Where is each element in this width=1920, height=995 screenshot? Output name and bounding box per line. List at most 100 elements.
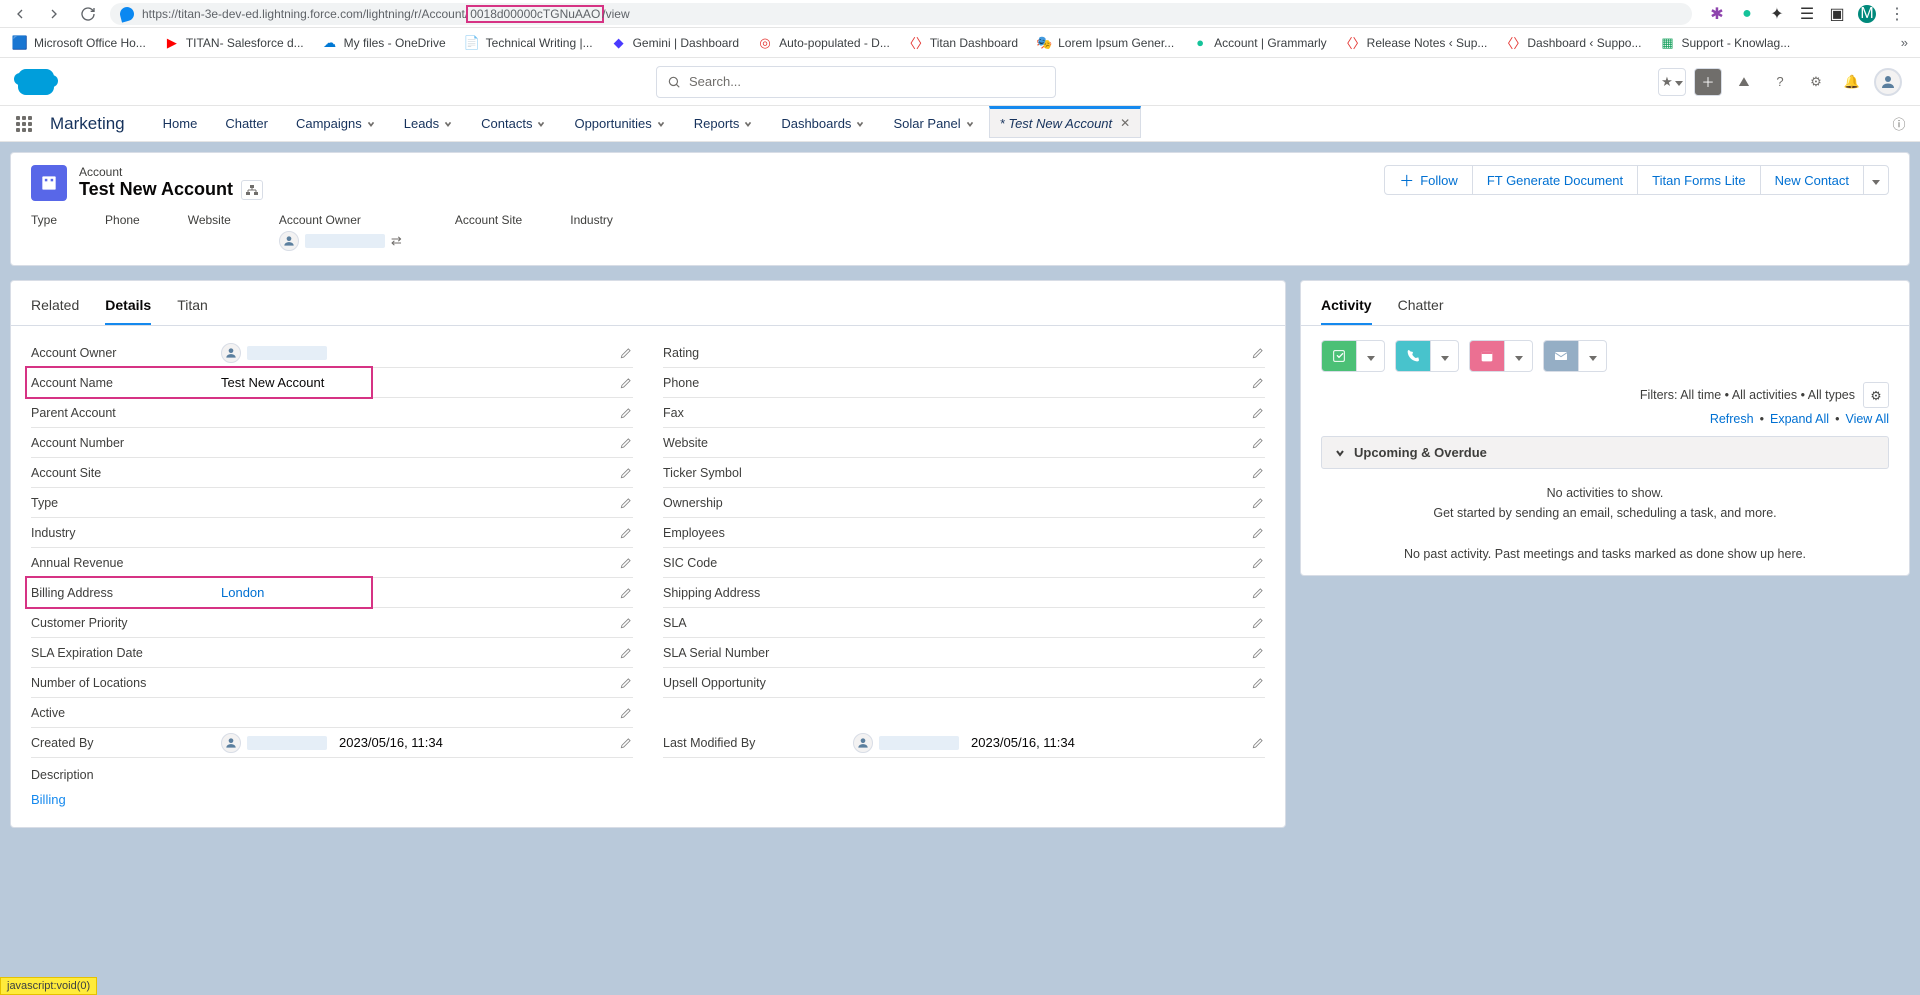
billing-link[interactable]: Billing	[31, 792, 1265, 807]
bookmark[interactable]: 〈〉Release Notes ‹ Sup...	[1345, 35, 1488, 51]
new-task-button[interactable]	[1321, 340, 1357, 372]
nav-leads[interactable]: Leads	[390, 106, 467, 141]
profile-avatar[interactable]: M	[1858, 5, 1876, 23]
activity-settings-icon[interactable]: ⚙	[1863, 382, 1889, 408]
bookmark[interactable]: ●Account | Grammarly	[1192, 35, 1326, 51]
help-icon[interactable]: ?	[1766, 68, 1794, 96]
edit-icon[interactable]	[1251, 376, 1265, 390]
user-avatar[interactable]	[1874, 68, 1902, 96]
change-owner-icon[interactable]: ⇄	[391, 233, 407, 249]
window-icon[interactable]: ▣	[1828, 5, 1846, 23]
edit-icon[interactable]	[1251, 496, 1265, 510]
task-dropdown[interactable]	[1357, 340, 1385, 372]
edit-icon[interactable]	[619, 436, 633, 450]
extensions-icon[interactable]: ✦	[1768, 5, 1786, 23]
nav-reports[interactable]: Reports	[680, 106, 768, 141]
edit-icon[interactable]	[619, 406, 633, 420]
bookmark[interactable]: 🎭Lorem Ipsum Gener...	[1036, 35, 1174, 51]
edit-icon[interactable]	[1251, 436, 1265, 450]
refresh-link[interactable]: Refresh	[1710, 412, 1754, 426]
nav-dashboards[interactable]: Dashboards	[767, 106, 879, 141]
tab-related[interactable]: Related	[31, 297, 79, 325]
reading-list-icon[interactable]: ☰	[1798, 5, 1816, 23]
forward-button[interactable]	[42, 2, 66, 26]
ext-icon[interactable]: ✱	[1708, 5, 1726, 23]
edit-icon[interactable]	[619, 346, 633, 360]
workspace-tab[interactable]: * Test New Account✕	[989, 106, 1142, 138]
edit-icon[interactable]	[619, 466, 633, 480]
bookmark[interactable]: ◎Auto-populated - D...	[757, 35, 890, 51]
edit-icon[interactable]	[1251, 346, 1265, 360]
edit-icon[interactable]	[619, 376, 633, 390]
trailhead-icon[interactable]: ⛰	[1730, 68, 1758, 96]
nav-contacts[interactable]: Contacts	[467, 106, 560, 141]
event-dropdown[interactable]	[1505, 340, 1533, 372]
favorites-icon[interactable]: ★	[1658, 68, 1686, 96]
bookmark[interactable]: 📄Technical Writing |...	[464, 35, 593, 51]
tab-activity[interactable]: Activity	[1321, 297, 1372, 325]
bookmark[interactable]: 〈〉Titan Dashboard	[908, 35, 1018, 51]
ext-icon[interactable]: ●	[1738, 5, 1756, 23]
titan-forms-lite-button[interactable]: Titan Forms Lite	[1637, 165, 1760, 195]
follow-button[interactable]: ＋Follow	[1384, 165, 1473, 195]
global-search[interactable]: Search...	[656, 66, 1056, 98]
hierarchy-icon[interactable]	[241, 180, 263, 200]
bookmark[interactable]: ▶TITAN- Salesforce d...	[164, 35, 304, 51]
log-call-button[interactable]	[1395, 340, 1431, 372]
back-button[interactable]	[8, 2, 32, 26]
email-dropdown[interactable]	[1579, 340, 1607, 372]
reload-button[interactable]	[76, 2, 100, 26]
new-contact-button[interactable]: New Contact	[1760, 165, 1864, 195]
generate-document-button[interactable]: FT Generate Document	[1472, 165, 1638, 195]
detail-field: Parent Account	[31, 398, 633, 428]
edit-icon[interactable]	[1251, 586, 1265, 600]
bookmark[interactable]: 〈〉Dashboard ‹ Suppo...	[1505, 35, 1641, 51]
tab-titan[interactable]: Titan	[177, 297, 208, 325]
bookmarks-overflow[interactable]: »	[1901, 35, 1908, 50]
nav-campaigns[interactable]: Campaigns	[282, 106, 390, 141]
detail-field: Created By2023/05/16, 11:34	[31, 728, 633, 758]
edit-icon[interactable]	[619, 586, 633, 600]
edit-icon[interactable]	[619, 706, 633, 720]
menu-icon[interactable]: ⋮	[1888, 5, 1906, 23]
edit-icon[interactable]	[1251, 406, 1265, 420]
edit-icon[interactable]	[619, 736, 633, 750]
upcoming-section[interactable]: Upcoming & Overdue	[1321, 436, 1889, 469]
edit-icon[interactable]	[619, 676, 633, 690]
expand-all-link[interactable]: Expand All	[1770, 412, 1829, 426]
nav-opportunities[interactable]: Opportunities	[560, 106, 679, 141]
tab-chatter[interactable]: Chatter	[1398, 297, 1444, 325]
edit-icon[interactable]	[619, 526, 633, 540]
edit-icon[interactable]	[1251, 646, 1265, 660]
nav-solar-panel[interactable]: Solar Panel	[879, 106, 988, 141]
more-actions-dropdown[interactable]	[1863, 165, 1889, 195]
edit-icon[interactable]	[619, 556, 633, 570]
call-dropdown[interactable]	[1431, 340, 1459, 372]
edit-icon[interactable]	[1251, 736, 1265, 750]
bookmark[interactable]: ☁My files - OneDrive	[322, 35, 446, 51]
close-tab-icon[interactable]: ✕	[1120, 116, 1130, 130]
nav-chatter[interactable]: Chatter	[211, 106, 282, 141]
new-event-button[interactable]	[1469, 340, 1505, 372]
edit-icon[interactable]	[619, 646, 633, 660]
tab-details[interactable]: Details	[105, 297, 151, 325]
setup-gear-icon[interactable]: ⚙	[1802, 68, 1830, 96]
edit-icon[interactable]	[619, 496, 633, 510]
edit-icon[interactable]	[1251, 526, 1265, 540]
edit-icon[interactable]	[1251, 676, 1265, 690]
edit-icon[interactable]	[1251, 556, 1265, 570]
edit-icon[interactable]	[1251, 616, 1265, 630]
edit-icon[interactable]	[1251, 466, 1265, 480]
view-all-link[interactable]: View All	[1845, 412, 1889, 426]
address-bar[interactable]: https://titan-3e-dev-ed.lightning.force.…	[110, 3, 1692, 25]
notifications-icon[interactable]: 🔔	[1838, 68, 1866, 96]
bookmark[interactable]: ▦Support - Knowlag...	[1659, 35, 1790, 51]
add-icon[interactable]: ＋	[1694, 68, 1722, 96]
edit-icon[interactable]	[619, 616, 633, 630]
bookmark[interactable]: 🟦Microsoft Office Ho...	[12, 35, 146, 51]
app-launcher-icon[interactable]	[12, 112, 36, 136]
nav-info-icon[interactable]: ⓘ	[1890, 115, 1908, 133]
bookmark[interactable]: ◆Gemini | Dashboard	[611, 35, 740, 51]
email-button[interactable]	[1543, 340, 1579, 372]
nav-home[interactable]: Home	[149, 106, 212, 141]
